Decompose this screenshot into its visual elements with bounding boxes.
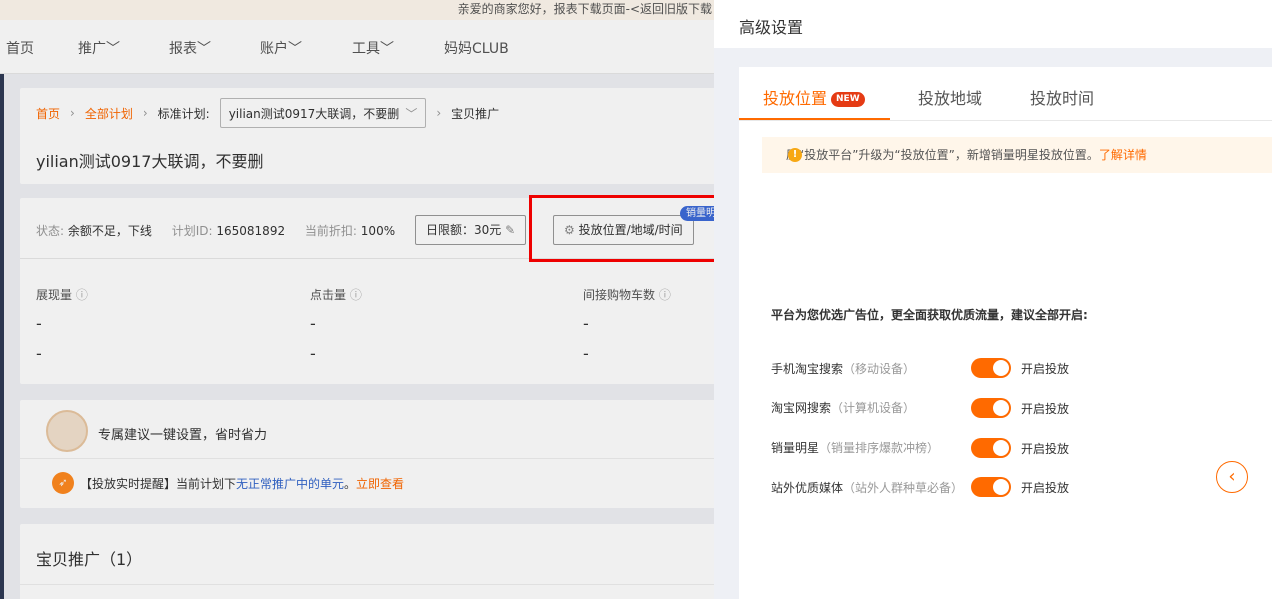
tab-time[interactable]: 投放时间 — [1030, 85, 1094, 109]
toggle-label: 开启投放 — [1021, 442, 1070, 456]
option-offsite-media: 站外优质媒体（站外人群种草必备） — [771, 481, 964, 495]
toggle-label: 开启投放 — [1021, 362, 1070, 376]
upgrade-alert: ! 原“投放平台”升级为“投放位置”，新增销量明星投放位置。了解详情 — [762, 137, 1272, 173]
main-background: 亲爱的商家您好，报表下载页面-<返回旧版下载 首页 推广﹀ 报表﹀ 账户﹀ 工具… — [0, 0, 714, 599]
toggle-switch[interactable] — [971, 477, 1011, 497]
learn-more-link[interactable]: 了解详情 — [1099, 148, 1147, 162]
option-mobile-search: 手机淘宝搜索（移动设备） — [771, 362, 916, 376]
tab-placement-label: 投放位置 — [763, 89, 828, 108]
option-pc-search: 淘宝网搜索（计算机设备） — [771, 401, 916, 415]
drawer-title: 高级设置 — [739, 18, 804, 37]
new-badge: NEW — [831, 92, 865, 107]
tab-region[interactable]: 投放地域 — [918, 85, 982, 109]
placement-intro: 平台为您优选广告位，更全面获取优质流量，建议全部开启: — [771, 308, 1088, 322]
alert-text: 原“投放平台”升级为“投放位置”，新增销量明星投放位置。 — [786, 148, 1099, 162]
drawer-header: 高级设置 — [714, 0, 1272, 48]
toggle-switch[interactable] — [971, 438, 1011, 458]
warning-icon: ! — [788, 148, 802, 162]
tab-placement[interactable]: 投放位置 NEW — [763, 85, 865, 109]
advanced-settings-drawer: 高级设置 投放位置 NEW 投放地域 投放时间 ! 原“投放平台”升级为“投放位置… — [714, 0, 1272, 599]
drawer-body: 投放位置 NEW 投放地域 投放时间 ! 原“投放平台”升级为“投放位置”，新增销… — [739, 67, 1272, 599]
toggle-switch[interactable] — [971, 358, 1011, 378]
modal-overlay[interactable] — [0, 0, 714, 599]
highlight-box — [529, 195, 727, 262]
active-tab-indicator — [739, 118, 890, 120]
chevron-left-icon[interactable]: ‹ — [1216, 461, 1248, 493]
toggle-switch[interactable] — [971, 398, 1011, 418]
toggle-label: 开启投放 — [1021, 481, 1070, 495]
toggle-label: 开启投放 — [1021, 402, 1070, 416]
option-sales-star: 销量明星（销量排序爆款冲榜） — [771, 441, 940, 455]
tab-bar: 投放位置 NEW 投放地域 投放时间 — [739, 67, 1272, 121]
